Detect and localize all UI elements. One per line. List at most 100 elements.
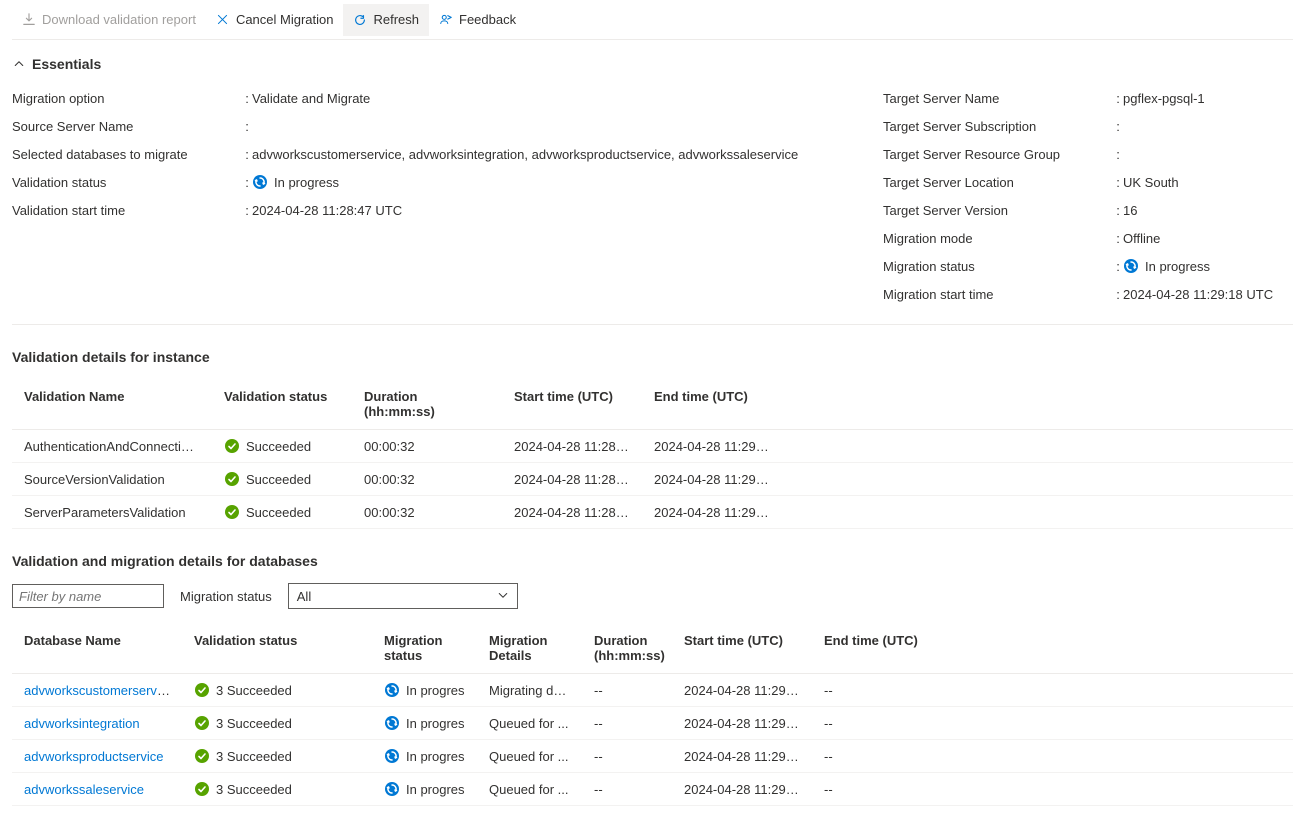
essentials-row: Target Server Resource Group: [883,140,1293,168]
essentials-row: Selected databases to migrate:advworkscu… [12,140,843,168]
essentials-separator: : [1113,231,1123,246]
essentials-value: In progress [1123,258,1293,274]
database-details-table: Database Name Validation status Migratio… [12,623,1293,806]
db-end-time-cell: -- [812,740,932,773]
db-end-time-cell: -- [812,707,932,740]
essentials-separator: : [1113,91,1123,106]
db-start-time-cell: 2024-04-28 11:29:48 [672,740,812,773]
refresh-icon [353,13,367,27]
close-icon [216,13,230,27]
success-icon [194,781,210,797]
db-duration-cell: -- [582,707,672,740]
essentials-row: Target Server Location:UK South [883,168,1293,196]
col-validation-status: Validation status [212,379,352,430]
download-icon [22,13,36,27]
success-icon [194,682,210,698]
database-name-cell[interactable]: advworksintegration [12,707,182,740]
table-row: advworksintegration3 SucceededIn progres… [12,707,1293,740]
essentials-toggle[interactable]: Essentials [12,40,1293,84]
essentials-value: Offline [1123,231,1293,246]
cancel-migration-label: Cancel Migration [236,12,334,27]
in-progress-icon [252,174,268,190]
db-validation-status-cell: 3 Succeeded [182,707,372,740]
essentials-value-text: pgflex-pgsql-1 [1123,91,1205,106]
essentials-value-text: In progress [274,175,339,190]
essentials-separator: : [1113,203,1123,218]
col-start-time: Start time (UTC) [502,379,642,430]
in-progress-icon [384,715,400,731]
db-section-title: Validation and migration details for dat… [12,553,1293,569]
essentials-value-text: 2024-04-28 11:29:18 UTC [1123,287,1273,302]
essentials-separator: : [242,175,252,190]
end-time-cell: 2024-04-28 11:29:18 [642,496,782,529]
success-icon [224,471,240,487]
validation-status-cell: Succeeded [212,463,352,496]
db-duration-cell: -- [582,740,672,773]
feedback-button[interactable]: Feedback [429,4,526,36]
instance-section-title: Validation details for instance [12,349,1293,365]
essentials-value-text: Validate and Migrate [252,91,370,106]
download-report-label: Download validation report [42,12,196,27]
db-start-time-cell: 2024-04-28 11:29:48 [672,674,812,707]
essentials-label: Target Server Location [883,175,1113,190]
essentials-value: pgflex-pgsql-1 [1123,91,1293,106]
essentials-value-text: UK South [1123,175,1179,190]
essentials-row: Validation start time:2024-04-28 11:28:4… [12,196,843,224]
col-db-validation-status: Validation status [182,623,372,674]
migration-status-select[interactable]: All [288,583,518,609]
table-row: SourceVersionValidationSucceeded00:00:32… [12,463,1293,496]
migration-status-filter-label: Migration status [180,589,272,604]
essentials-label: Selected databases to migrate [12,147,242,162]
refresh-button[interactable]: Refresh [343,4,429,36]
chevron-up-icon [12,57,26,71]
essentials-row: Target Server Version:16 [883,196,1293,224]
success-icon [224,438,240,454]
db-migration-status-cell: In progress [372,674,477,707]
col-migration-status: Migration status [372,623,477,674]
success-icon [194,748,210,764]
chevron-down-icon [497,589,509,604]
db-migration-details-cell: Queued for ... [477,740,582,773]
end-time-cell: 2024-04-28 11:29:18 [642,463,782,496]
essentials-label: Source Server Name [12,119,242,134]
essentials-row: Migration mode:Offline [883,224,1293,252]
validation-status-cell: Succeeded [212,430,352,463]
cancel-migration-button[interactable]: Cancel Migration [206,4,344,36]
essentials-separator: : [1113,147,1123,162]
database-name-cell[interactable]: advworkscustomerservice [12,674,182,707]
essentials-value: In progress [252,174,843,190]
filter-row: Migration status All [12,583,1293,609]
essentials-value-text: Offline [1123,231,1160,246]
db-validation-status-cell: 3 Succeeded [182,773,372,806]
db-migration-details-cell: Migrating da... [477,674,582,707]
start-time-cell: 2024-04-28 11:28:47 [502,463,642,496]
db-migration-status-cell: In progress [372,740,477,773]
col-validation-name: Validation Name [12,379,212,430]
success-icon [194,715,210,731]
essentials-label: Migration option [12,91,242,106]
db-validation-status-cell: 3 Succeeded [182,674,372,707]
db-end-time-cell: -- [812,773,932,806]
essentials-row: Migration start time:2024-04-28 11:29:18… [883,280,1293,308]
essentials-label: Validation start time [12,203,242,218]
essentials-panel: Migration option:Validate and MigrateSou… [12,84,1293,325]
in-progress-icon [384,682,400,698]
database-name-cell[interactable]: advworksproductservice [12,740,182,773]
essentials-label: Target Server Resource Group [883,147,1113,162]
instance-validation-table: Validation Name Validation status Durati… [12,379,1293,529]
database-name-cell[interactable]: advworkssaleservice [12,773,182,806]
essentials-value: Validate and Migrate [252,91,843,106]
essentials-row: Source Server Name: [12,112,843,140]
essentials-separator: : [242,147,252,162]
db-duration-cell: -- [582,773,672,806]
col-end-time: End time (UTC) [642,379,782,430]
essentials-label: Target Server Subscription [883,119,1113,134]
essentials-separator: : [242,91,252,106]
table-row: AuthenticationAndConnectivi...Succeeded0… [12,430,1293,463]
essentials-value: 16 [1123,203,1293,218]
col-migration-details: Migration Details [477,623,582,674]
filter-by-name-input[interactable] [12,584,164,608]
essentials-label: Migration start time [883,287,1113,302]
in-progress-icon [384,781,400,797]
essentials-value-text: In progress [1145,259,1210,274]
